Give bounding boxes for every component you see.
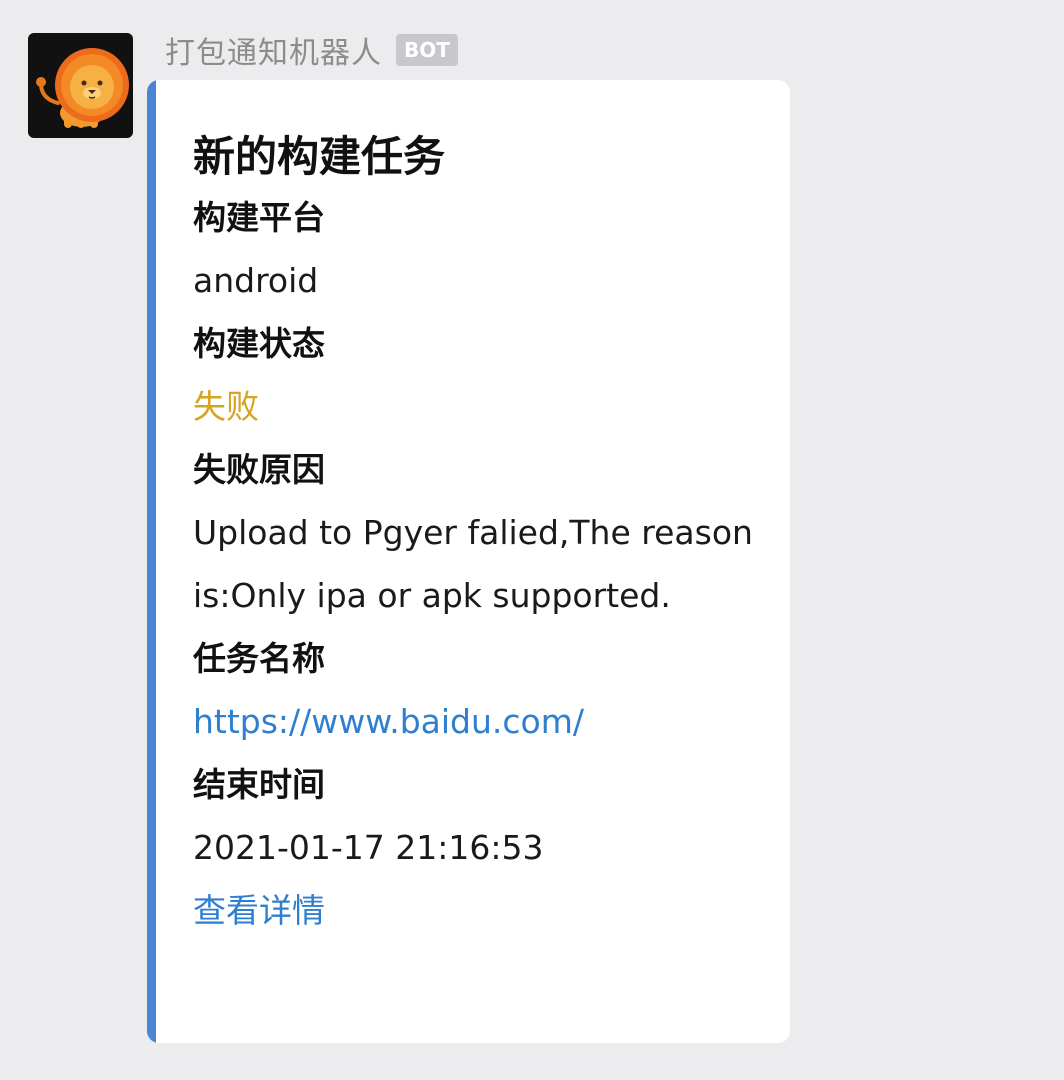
card-body: 新的构建任务 构建平台 android 构建状态 失败 失败原因 Upload …	[193, 128, 770, 942]
bot-avatar[interactable]	[28, 33, 133, 138]
sender-row: 打包通知机器人 BOT	[165, 30, 458, 71]
task-url-link[interactable]: https://www.baidu.com/	[193, 690, 770, 753]
lion-icon	[36, 48, 129, 128]
view-details-link[interactable]: 查看详情	[193, 879, 770, 942]
sender-name: 打包通知机器人	[165, 36, 382, 71]
card-title: 新的构建任务	[193, 132, 446, 181]
field-value-end-time: 2021-01-17 21:16:53	[193, 828, 544, 867]
field-label-failure-reason: 失败原因	[193, 450, 325, 489]
field-label-task-name: 任务名称	[193, 639, 325, 678]
message-card[interactable]: 新的构建任务 构建平台 android 构建状态 失败 失败原因 Upload …	[147, 80, 790, 1043]
bot-badge: BOT	[396, 34, 458, 66]
field-label-status: 构建状态	[193, 324, 325, 363]
field-value-platform: android	[193, 261, 319, 300]
field-label-end-time: 结束时间	[193, 765, 325, 804]
field-value-status: 失败	[193, 387, 259, 426]
field-label-platform: 构建平台	[193, 198, 325, 237]
card-accent-bar	[147, 80, 156, 1043]
field-value-failure-reason: Upload to Pgyer falied,The reason is:Onl…	[193, 513, 753, 615]
